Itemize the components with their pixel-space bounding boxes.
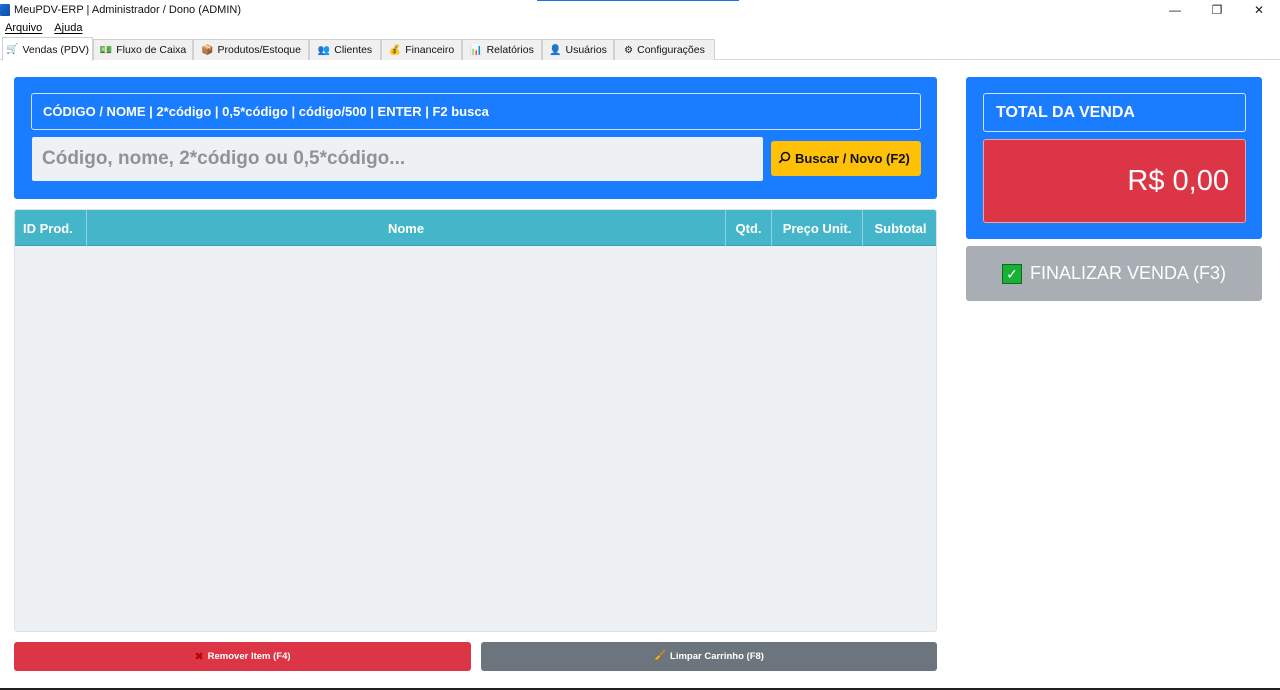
search-new-button[interactable]: Buscar / Novo (F2) bbox=[771, 141, 921, 176]
box-icon: 📦 bbox=[201, 44, 214, 56]
column-preco-unit[interactable]: Preço Unit. bbox=[772, 210, 863, 246]
tab-vendas-pdv[interactable]: 🛒 Vendas (PDV) bbox=[2, 37, 93, 61]
title-bar: MeuPDV-ERP | Administrador / Dono (ADMIN… bbox=[0, 0, 1280, 20]
window-controls: — ❐ ✕ bbox=[1154, 0, 1280, 20]
magnifier-icon bbox=[778, 151, 791, 167]
gear-icon: ⚙ bbox=[624, 44, 634, 56]
tab-financeiro[interactable]: 💰 Financeiro bbox=[381, 39, 462, 60]
clear-cart-button[interactable]: Limpar Carrinho (F8) bbox=[481, 642, 937, 671]
moneybag-icon: 💰 bbox=[388, 44, 402, 56]
cash-icon: 💵 bbox=[99, 44, 113, 56]
tab-label: Vendas (PDV) bbox=[22, 43, 89, 56]
total-label: TOTAL DA VENDA bbox=[983, 93, 1246, 132]
tab-relatorios[interactable]: 📊 Relatórios bbox=[462, 39, 542, 60]
tab-label: Fluxo de Caixa bbox=[116, 44, 187, 56]
tab-fluxo-de-caixa[interactable]: 💵 Fluxo de Caixa bbox=[93, 39, 193, 60]
column-qtd[interactable]: Qtd. bbox=[726, 210, 772, 246]
menu-ajuda[interactable]: Ajuda bbox=[54, 22, 82, 34]
check-icon: ✓ bbox=[1001, 263, 1022, 284]
tab-label: Financeiro bbox=[405, 44, 455, 56]
total-panel: TOTAL DA VENDA R$ 0,00 bbox=[966, 77, 1262, 239]
tab-configuracoes[interactable]: ⚙ Configurações bbox=[614, 39, 715, 60]
chart-icon: 📊 bbox=[470, 44, 483, 56]
pdv-content: CÓDIGO / NOME | 2*código | 0,5*código | … bbox=[0, 60, 1280, 690]
tab-label: Clientes bbox=[334, 44, 373, 56]
search-hint: CÓDIGO / NOME | 2*código | 0,5*código | … bbox=[31, 93, 921, 130]
x-icon: ✖ bbox=[194, 651, 204, 663]
people-icon: 👥 bbox=[317, 44, 331, 56]
column-nome[interactable]: Nome bbox=[87, 210, 726, 246]
remove-item-label: Remover Item (F4) bbox=[207, 651, 291, 662]
title-accent-line bbox=[537, 0, 739, 1]
search-button-label: Buscar / Novo (F2) bbox=[795, 151, 910, 166]
cart-table-header: ID Prod. Nome Qtd. Preço Unit. Subtotal bbox=[15, 210, 936, 246]
product-search-input[interactable] bbox=[32, 137, 763, 181]
finalize-sale-label: FINALIZAR VENDA (F3) bbox=[1029, 263, 1227, 283]
search-panel: CÓDIGO / NOME | 2*código | 0,5*código | … bbox=[14, 77, 937, 199]
tab-label: Relatórios bbox=[486, 44, 534, 56]
remove-item-button[interactable]: ✖ Remover Item (F4) bbox=[14, 642, 471, 671]
finalize-sale-button[interactable]: ✓ FINALIZAR VENDA (F3) bbox=[966, 246, 1262, 301]
tab-label: Usuários bbox=[565, 44, 607, 56]
tab-usuarios[interactable]: 👤 Usuários bbox=[542, 39, 614, 60]
broom-icon bbox=[654, 649, 666, 664]
menu-arquivo[interactable]: Arquivo bbox=[5, 22, 42, 34]
minimize-button[interactable]: — bbox=[1154, 0, 1196, 20]
clear-cart-label: Limpar Carrinho (F8) bbox=[670, 651, 764, 662]
column-subtotal[interactable]: Subtotal bbox=[863, 210, 936, 246]
maximize-button[interactable]: ❐ bbox=[1196, 0, 1238, 20]
tab-bar: 🛒 Vendas (PDV) 💵 Fluxo de Caixa 📦 Produt… bbox=[0, 36, 1280, 61]
column-id-prod[interactable]: ID Prod. bbox=[15, 210, 87, 246]
close-button[interactable]: ✕ bbox=[1238, 0, 1280, 20]
cart-table[interactable]: ID Prod. Nome Qtd. Preço Unit. Subtotal bbox=[14, 209, 937, 632]
total-value: R$ 0,00 bbox=[983, 139, 1246, 223]
tab-produtos-estoque[interactable]: 📦 Produtos/Estoque bbox=[193, 39, 309, 60]
cart-icon: 🛒 bbox=[6, 44, 19, 55]
menu-bar: Arquivo Ajuda bbox=[0, 20, 1280, 36]
user-icon: 👤 bbox=[549, 44, 562, 56]
tab-label: Produtos/Estoque bbox=[217, 44, 301, 56]
tab-clientes[interactable]: 👥 Clientes bbox=[309, 39, 381, 60]
tab-label: Configurações bbox=[637, 44, 705, 56]
window-title: MeuPDV-ERP | Administrador / Dono (ADMIN… bbox=[14, 4, 242, 16]
app-logo-icon bbox=[0, 4, 10, 16]
